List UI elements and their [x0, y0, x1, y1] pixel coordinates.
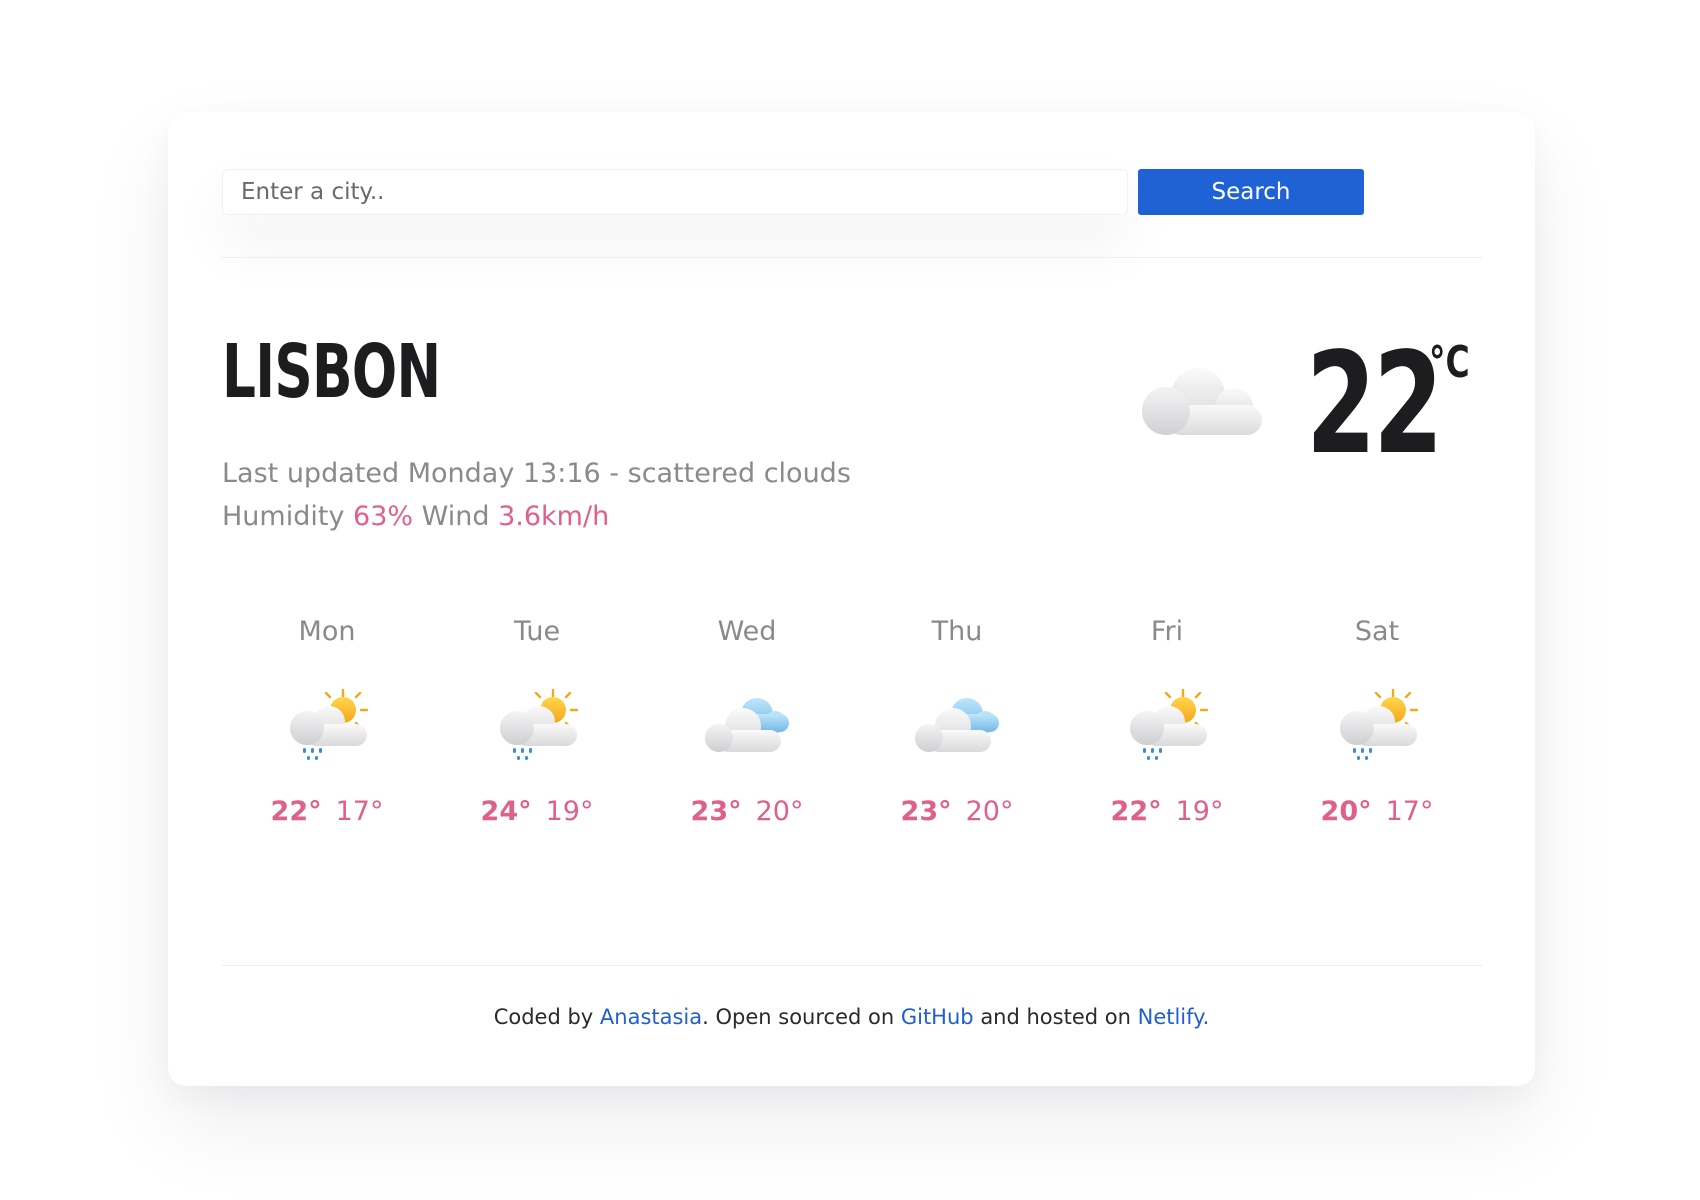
city-search-input[interactable]: [222, 169, 1128, 215]
forecast-temps: 22° 19°: [1062, 794, 1272, 830]
forecast-max-temp: 22°: [270, 796, 322, 827]
forecast-day-name: Sat: [1354, 616, 1400, 647]
forecast-max-temp: 20°: [1320, 796, 1372, 827]
wind-label: Wind: [421, 501, 490, 532]
forecast-max-temp: 24°: [480, 796, 532, 827]
forecast-min-temp: 19°: [1175, 796, 1224, 827]
separator: -: [609, 458, 620, 489]
humidity-label: Humidity: [222, 501, 345, 532]
wind-value: 3.6km/h: [498, 501, 610, 532]
rain-sun-icon: [290, 688, 369, 760]
weather-description: scattered clouds: [627, 458, 851, 489]
forecast-max-temp: 23°: [690, 796, 742, 827]
forecast-max-temp: 22°: [1110, 796, 1162, 827]
github-link[interactable]: GitHub: [901, 1005, 974, 1029]
last-updated-line: Last updated Monday 13:16 - scattered cl…: [222, 452, 851, 495]
forecast-day-name: Wed: [717, 616, 777, 647]
forecast-day: Fri 22° 19°: [1062, 612, 1272, 830]
footer-text: . Open sourced on: [702, 1005, 895, 1029]
forecast-day-name: Tue: [513, 616, 561, 647]
forecast-day: Tue 24° 19°: [432, 612, 642, 830]
forecast-temps: 20° 17°: [1272, 794, 1482, 830]
forecast-day-name: Thu: [931, 616, 983, 647]
current-details: Last updated Monday 13:16 - scattered cl…: [222, 452, 851, 538]
forecast-min-temp: 17°: [1385, 796, 1434, 827]
forecast-temps: 24° 19°: [432, 794, 642, 830]
forecast-day: Wed 23° 20°: [642, 612, 852, 830]
footer-text: Coded by: [493, 1005, 594, 1029]
city-name: LISBON: [222, 329, 441, 415]
footer: Coded by Anastasia. Open sourced on GitH…: [168, 1002, 1535, 1032]
forecast-day-name: Fri: [1150, 616, 1184, 647]
footer-text: and hosted on: [980, 1005, 1131, 1029]
search-form: Search: [222, 168, 1482, 216]
forecast-day-name: Mon: [298, 616, 356, 647]
netlify-link-period[interactable]: .: [1203, 1005, 1210, 1029]
forecast-temps: 23° 20°: [852, 794, 1062, 830]
current-temperature: 22: [1306, 323, 1443, 486]
forecast-day: Thu 23° 20°: [852, 612, 1062, 830]
rain-sun-icon: [500, 688, 579, 760]
author-link[interactable]: Anastasia: [600, 1005, 702, 1029]
cloudy-icon: [915, 698, 999, 752]
netlify-link[interactable]: Netlify: [1138, 1005, 1203, 1029]
cloud-icon: [1142, 368, 1262, 435]
cloudy-icon: [705, 698, 789, 752]
conditions-line: Humidity 63% Wind 3.6km/h: [222, 495, 851, 538]
forecast-day: Sat 20° 17°: [1272, 612, 1482, 830]
forecast-temps: 22° 17°: [222, 794, 432, 830]
weather-card: Search LISBON Last updated Monday 13:16 …: [168, 112, 1535, 1086]
current-weather: 22 °C: [1136, 330, 1486, 480]
forecast-min-temp: 19°: [545, 796, 594, 827]
humidity-value: 63%: [353, 501, 414, 532]
forecast-min-temp: 17°: [335, 796, 384, 827]
temperature-unit: °C: [1429, 337, 1470, 388]
forecast-temps: 23° 20°: [642, 794, 852, 830]
search-button[interactable]: Search: [1138, 169, 1364, 215]
forecast-min-temp: 20°: [965, 796, 1014, 827]
forecast-min-temp: 20°: [755, 796, 804, 827]
forecast-day: Mon 22° 17°: [222, 612, 432, 830]
last-updated-time: Monday 13:16: [407, 458, 601, 489]
forecast-max-temp: 23°: [900, 796, 952, 827]
last-updated-label: Last updated: [222, 458, 400, 489]
header-divider: [222, 257, 1482, 258]
footer-divider: [222, 965, 1482, 966]
forecast: Mon 22° 17° Tue 24° 19° Wed 23° 20° Thu …: [222, 612, 1482, 872]
rain-sun-icon: [1130, 688, 1209, 760]
rain-sun-icon: [1340, 688, 1419, 760]
